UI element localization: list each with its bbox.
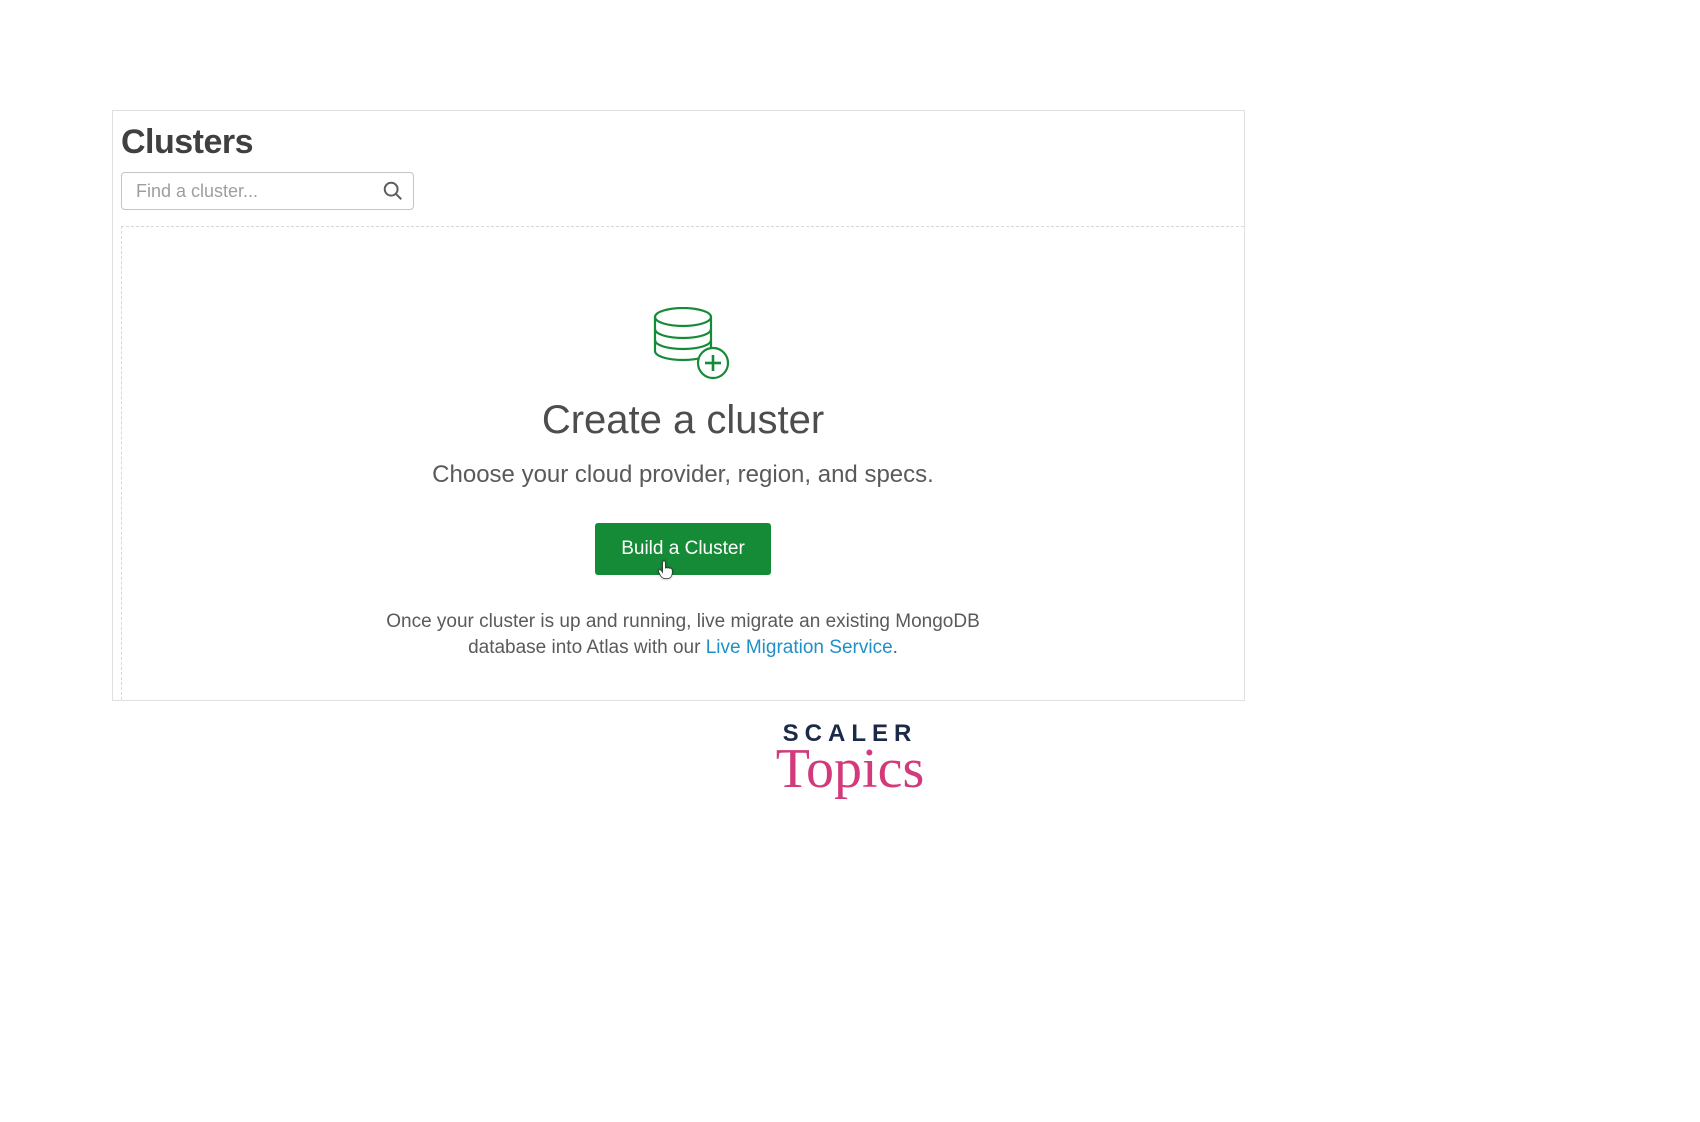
scaler-topics-logo: SCALER Topics <box>776 720 925 794</box>
database-plus-icon <box>652 307 714 372</box>
hand-cursor-icon <box>657 559 675 581</box>
panel-header: Clusters <box>113 111 1244 218</box>
plus-circle-icon <box>696 346 730 380</box>
empty-state-footer: Once your cluster is up and running, liv… <box>373 609 993 660</box>
live-migration-link[interactable]: Live Migration Service <box>706 637 893 658</box>
footer-text-after: . <box>893 637 898 658</box>
empty-state: Create a cluster Choose your cloud provi… <box>121 226 1244 700</box>
brand-line-2: Topics <box>776 744 925 794</box>
empty-state-title: Create a cluster <box>162 398 1204 443</box>
search-container <box>121 172 414 210</box>
search-input[interactable] <box>121 172 414 210</box>
clusters-panel: Clusters Create <box>112 110 1245 701</box>
empty-state-subtitle: Choose your cloud provider, region, and … <box>162 461 1204 489</box>
search-icon[interactable] <box>382 180 404 202</box>
build-cluster-button-label: Build a Cluster <box>621 538 745 559</box>
build-cluster-button[interactable]: Build a Cluster <box>595 523 771 575</box>
page-title: Clusters <box>121 123 1236 162</box>
